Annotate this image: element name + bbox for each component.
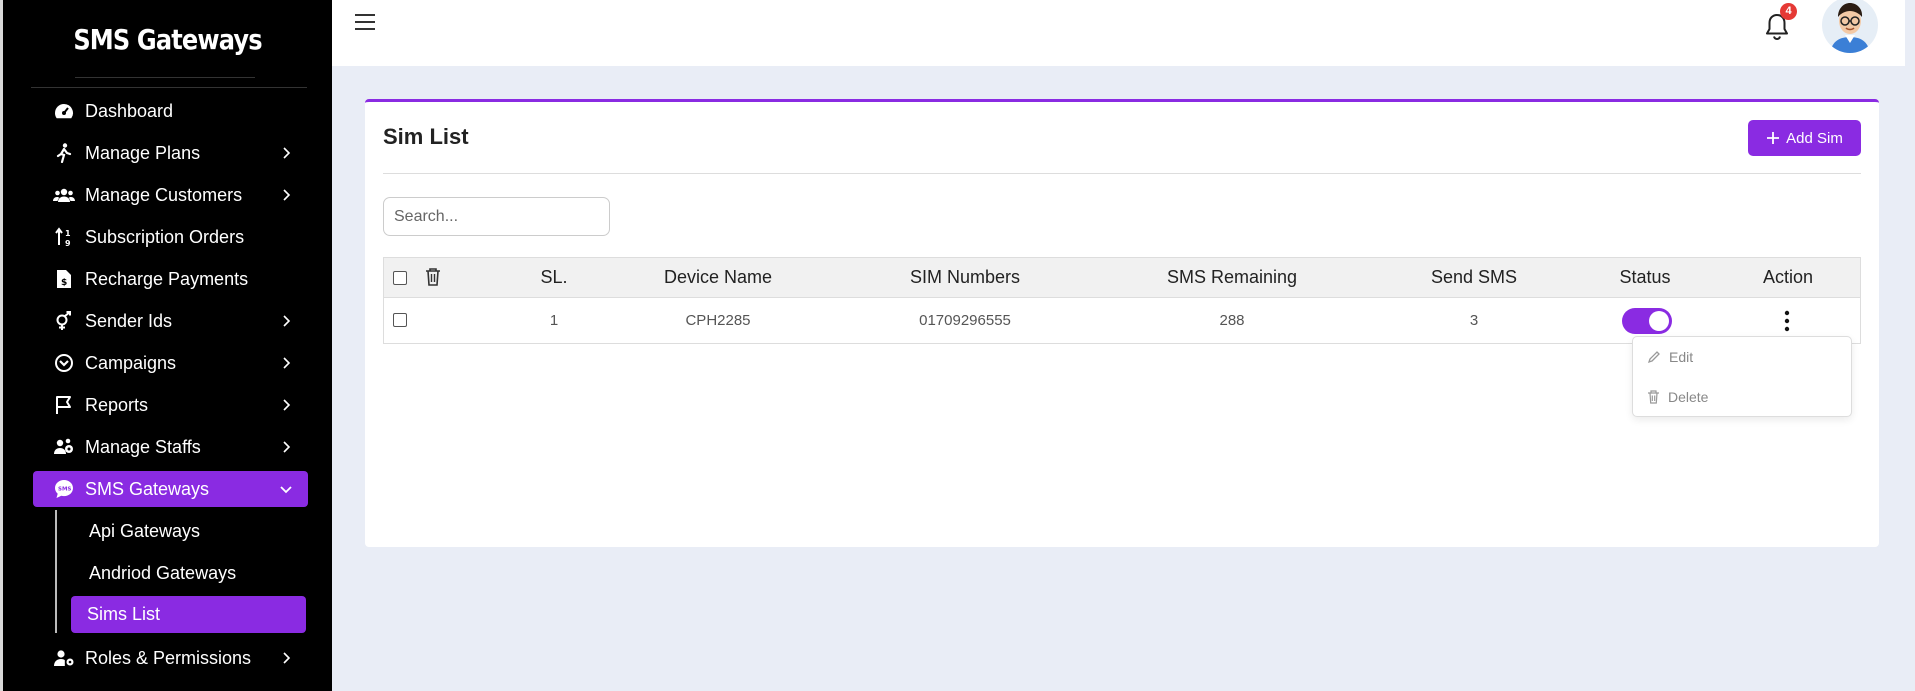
row-action-menu: Edit Delete xyxy=(1632,336,1852,417)
hamburger-menu-icon[interactable] xyxy=(354,12,376,32)
search-input[interactable] xyxy=(383,197,610,236)
sidebar-item-manage-plans[interactable]: Manage Plans xyxy=(33,132,308,174)
column-header-sl: SL. xyxy=(540,267,568,287)
sidebar-item-manage-staffs[interactable]: Manage Staffs xyxy=(33,426,308,468)
gender-icon xyxy=(53,310,75,332)
user-gear-icon xyxy=(53,647,75,669)
add-sim-button-label: Add Sim xyxy=(1786,129,1843,147)
sms-icon: SMS xyxy=(53,478,75,500)
walking-icon xyxy=(53,142,75,164)
users-icon xyxy=(53,184,75,206)
sidebar-item-label: Dashboard xyxy=(85,100,174,121)
chevron-right-icon xyxy=(283,147,291,159)
menu-item-edit[interactable]: Edit xyxy=(1647,349,1693,365)
sidebar-subitem-label: Api Gateways xyxy=(89,520,201,541)
sim-list-card: Sim List Add Sim SL. Device Name SIM Num… xyxy=(365,99,1879,547)
chevron-right-icon xyxy=(283,652,291,664)
cell-sim-numbers: 01709296555 xyxy=(919,312,1011,329)
sidebar-item-roles-permissions[interactable]: Roles & Permissions xyxy=(33,637,308,679)
page-scrollbar[interactable] xyxy=(1905,0,1915,691)
page-title: Sim List xyxy=(383,124,469,149)
chevron-right-icon xyxy=(283,441,291,453)
sidebar-subitem-andriod-gateways[interactable]: Andriod Gateways xyxy=(57,552,308,594)
chevron-right-icon xyxy=(283,357,291,369)
sidebar: SMS Gateways Dashboard Manage Plans Mana… xyxy=(0,0,332,691)
sidebar-item-label: Subscription Orders xyxy=(85,226,245,247)
sidebar-item-reports[interactable]: Reports xyxy=(33,384,308,426)
sidebar-item-dashboard[interactable]: Dashboard xyxy=(33,90,308,132)
sidebar-item-label: SMS Gateways xyxy=(85,478,210,499)
sidebar-item-manage-customers[interactable]: Manage Customers xyxy=(33,174,308,216)
trash-icon xyxy=(1648,390,1659,404)
sidebar-subitem-label: Andriod Gateways xyxy=(89,562,237,583)
chevron-right-icon xyxy=(283,189,291,201)
column-header-send-sms: Send SMS xyxy=(1430,267,1518,287)
sidebar-item-label: Manage Plans xyxy=(85,142,201,163)
sidebar-item-sms-gateways[interactable]: SMS SMS Gateways xyxy=(33,471,308,507)
sidebar-item-label: Sender Ids xyxy=(85,310,173,331)
sort-icon: 19 xyxy=(53,226,75,248)
pencil-icon xyxy=(1647,351,1660,364)
flag-icon xyxy=(53,394,75,416)
svg-text:9: 9 xyxy=(65,239,71,247)
brand-title: SMS Gateways xyxy=(73,22,262,56)
sidebar-item-label: Manage Customers xyxy=(85,184,243,205)
campaign-icon xyxy=(53,352,75,374)
svg-text:1: 1 xyxy=(65,229,71,238)
brand-divider xyxy=(31,87,307,88)
sidebar-item-label: Manage Staffs xyxy=(85,436,201,457)
sidebar-subitem-label: Sims List xyxy=(87,604,161,624)
chevron-right-icon xyxy=(283,315,291,327)
column-header-sms-remaining: SMS Remaining xyxy=(1166,267,1298,287)
column-header-sim-numbers: SIM Numbers xyxy=(909,267,1021,287)
table-header: SL. Device Name SIM Numbers SMS Remainin… xyxy=(384,258,1860,298)
dashboard-icon xyxy=(53,100,75,122)
sidebar-item-label: Roles & Permissions xyxy=(85,647,252,668)
sim-table: SL. Device Name SIM Numbers SMS Remainin… xyxy=(383,257,1861,344)
add-sim-button[interactable]: Add Sim xyxy=(1748,120,1861,156)
sidebar-item-label: Campaigns xyxy=(85,352,177,373)
column-header-device-name: Device Name xyxy=(663,267,773,287)
menu-item-delete[interactable]: Delete xyxy=(1647,389,1708,405)
cell-send-sms: 3 xyxy=(1469,312,1479,329)
avatar[interactable] xyxy=(1822,0,1878,53)
trash-icon[interactable] xyxy=(424,267,442,287)
chevron-down-icon xyxy=(280,486,292,494)
sidebar-item-label: Recharge Payments xyxy=(85,268,249,289)
kebab-menu-icon[interactable] xyxy=(1783,310,1791,332)
sidebar-item-label: Reports xyxy=(85,394,149,415)
menu-item-label: Edit xyxy=(1669,349,1694,365)
sidebar-item-subscription-orders[interactable]: 19 Subscription Orders xyxy=(33,216,308,258)
plus-icon xyxy=(1767,132,1780,144)
top-bar: 4 xyxy=(332,0,1915,66)
sidebar-item-recharge-payments[interactable]: $ Recharge Payments xyxy=(33,258,308,300)
sidebar-item-sender-ids[interactable]: Sender Ids xyxy=(33,300,308,342)
menu-item-label: Delete xyxy=(1668,389,1709,405)
sms-gateways-submenu: Api Gateways Andriod Gateways Sims List xyxy=(55,510,308,633)
staff-icon xyxy=(53,436,75,458)
column-header-action: Action xyxy=(1762,267,1814,287)
cell-sl: 1 xyxy=(549,312,559,329)
card-divider xyxy=(383,173,1861,174)
brand-divider xyxy=(75,77,255,78)
sidebar-nav: Dashboard Manage Plans Manage Customers … xyxy=(33,90,308,679)
row-checkbox[interactable] xyxy=(393,313,407,327)
invoice-icon: $ xyxy=(53,268,75,290)
chevron-right-icon xyxy=(283,399,291,411)
sidebar-subitem-api-gateways[interactable]: Api Gateways xyxy=(57,510,308,552)
status-toggle[interactable] xyxy=(1622,308,1672,334)
notification-badge: 4 xyxy=(1780,3,1797,20)
sidebar-item-campaigns[interactable]: Campaigns xyxy=(33,342,308,384)
column-header-status: Status xyxy=(1619,267,1671,287)
svg-text:SMS: SMS xyxy=(58,487,71,493)
cell-sms-remaining: 288 xyxy=(1219,312,1245,329)
cell-device-name: CPH2285 xyxy=(685,312,751,329)
sidebar-subitem-sims-list[interactable]: Sims List xyxy=(71,596,306,633)
select-all-checkbox[interactable] xyxy=(393,270,407,285)
svg-text:$: $ xyxy=(61,278,67,288)
